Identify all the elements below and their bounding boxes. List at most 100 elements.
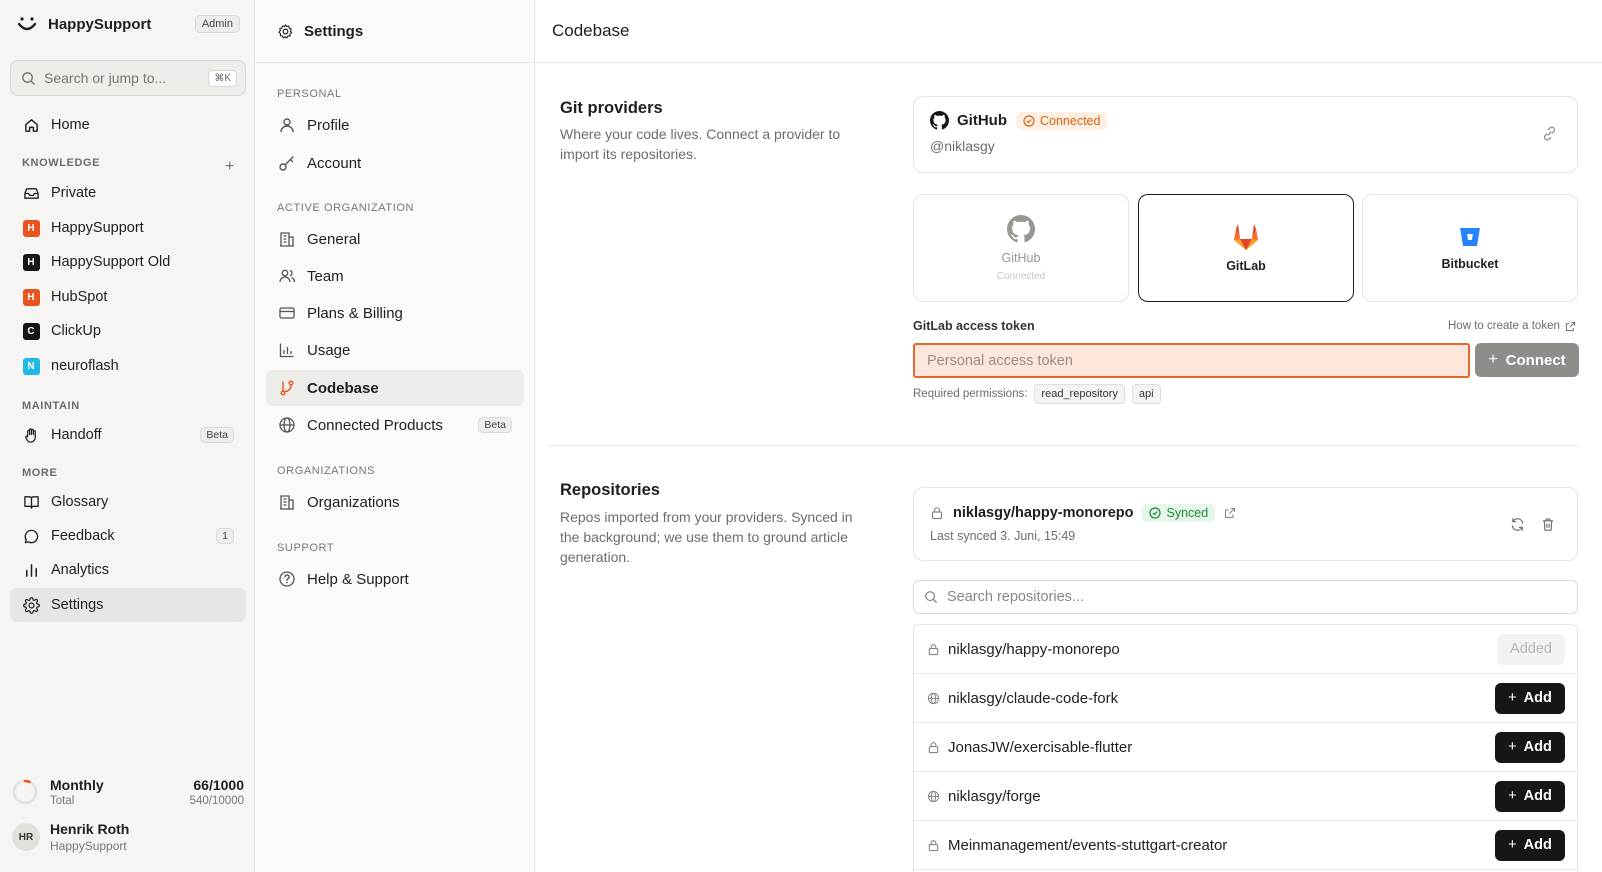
external-link-icon	[1565, 321, 1576, 331]
settings-item-team[interactable]: Team	[266, 258, 524, 294]
repo-name: niklasgy/claude-code-fork	[948, 689, 1119, 707]
hand-icon	[24, 427, 36, 443]
connect-button[interactable]: + Connect	[1475, 343, 1579, 377]
nav-analytics[interactable]: Analytics	[10, 553, 246, 587]
add-repo-label: Add	[1523, 739, 1552, 755]
nav-home-label: Home	[51, 117, 90, 133]
access-token-input[interactable]: Personal access token	[913, 343, 1470, 378]
settings-item-codebase[interactable]: Codebase	[266, 370, 524, 406]
nav-feedback-label: Feedback	[51, 528, 115, 544]
role-badge: Admin	[194, 15, 240, 33]
settings-item-label: Account	[307, 154, 362, 172]
provider-name: Bitbucket	[1441, 257, 1499, 271]
brand[interactable]: HappySupport Admin	[16, 12, 244, 36]
globe-icon	[279, 417, 295, 433]
settings-item-general[interactable]: General	[266, 221, 524, 257]
user-menu[interactable]: HR Henrik Roth HappySupport	[12, 812, 244, 862]
add-knowledge-base-button[interactable]: +	[225, 158, 234, 176]
beta-badge: Beta	[478, 417, 512, 433]
kb-private[interactable]: Private	[10, 176, 246, 210]
plus-icon: +	[1488, 351, 1498, 368]
provider-option-bitbucket[interactable]: Bitbucket	[1362, 194, 1578, 302]
repo-search-input[interactable]: Search repositories...	[913, 580, 1578, 614]
add-repo-label: Add	[1523, 788, 1552, 804]
synced-repo-card: niklasgy/happy-monorepo Synced Last sync…	[913, 487, 1578, 561]
nav-settings-label: Settings	[51, 597, 104, 613]
refresh-icon	[1511, 518, 1524, 531]
trash-icon	[1542, 518, 1554, 531]
git-providers-title: Git providers	[560, 99, 663, 117]
nav-settings[interactable]: Settings	[10, 588, 246, 622]
kb-happysupport-old[interactable]: H HappySupport Old	[10, 245, 246, 279]
connected-badge-label: Connected	[1040, 113, 1101, 128]
provider-option-github[interactable]: GitHub Connected	[913, 194, 1129, 302]
git-branch-icon	[280, 380, 294, 396]
required-permissions: Required permissions: read_repository ap…	[913, 384, 1161, 404]
open-repo-link[interactable]	[1224, 507, 1236, 519]
beta-badge: Beta	[200, 427, 234, 443]
token-label: GitLab access token	[913, 319, 1035, 333]
nav-feedback[interactable]: Feedback 1	[10, 519, 246, 553]
credit-card-icon	[279, 307, 295, 319]
connected-provider-card: GitHub Connected @niklasgy	[913, 96, 1578, 173]
settings-item-organizations[interactable]: Organizations	[266, 484, 524, 520]
bar-chart-icon	[279, 343, 294, 358]
settings-item-plans[interactable]: Plans & Billing	[266, 295, 524, 331]
settings-item-label: Usage	[307, 341, 351, 359]
usage-meter[interactable]: Monthly Total 66/1000 540/10000	[12, 770, 244, 814]
unlink-button[interactable]	[1542, 126, 1557, 141]
connected-handle: @niklasgy	[930, 138, 995, 154]
add-repo-button[interactable]: + Add	[1495, 829, 1565, 861]
help-circle-icon	[279, 571, 295, 587]
group-support: SUPPORT	[277, 542, 335, 554]
group-organizations: ORGANIZATIONS	[277, 465, 376, 477]
settings-item-label: Connected Products	[307, 416, 443, 434]
section-divider	[548, 445, 1579, 446]
resync-button[interactable]	[1510, 517, 1525, 532]
how-to-create-token-link[interactable]: How to create a token	[1448, 320, 1576, 332]
provider-option-gitlab[interactable]: GitLab	[1138, 194, 1354, 302]
settings-item-label: Help & Support	[307, 570, 409, 588]
kb-happysupport[interactable]: H HappySupport	[10, 211, 246, 245]
list-item: niklasgy/happy-monorepo Added	[914, 625, 1577, 674]
kb-hubspot-label: HubSpot	[51, 289, 108, 305]
group-personal: PERSONAL	[277, 88, 342, 100]
nav-handoff[interactable]: Handoff Beta	[10, 418, 246, 452]
settings-item-label: General	[307, 230, 361, 248]
settings-item-help[interactable]: Help & Support	[266, 561, 524, 597]
delete-repo-button[interactable]	[1541, 517, 1555, 532]
settings-item-account[interactable]: Account	[266, 145, 524, 181]
kb-clickup[interactable]: C ClickUp	[10, 314, 246, 348]
plus-icon: +	[1508, 837, 1517, 853]
settings-item-profile[interactable]: Profile	[266, 107, 524, 143]
git-providers-description: Where your code lives. Connect a provide…	[560, 126, 841, 162]
building-icon	[280, 232, 294, 247]
repo-name: Meinmanagement/events-stuttgart-creator	[948, 836, 1228, 854]
global-search[interactable]: Search or jump to... ⌘K	[10, 60, 246, 96]
kb-letter-icon: H	[22, 288, 40, 306]
repositories-title: Repositories	[560, 481, 660, 499]
happysupport-logo-icon	[17, 17, 37, 31]
permission-chip: read_repository	[1034, 384, 1125, 404]
add-repo-button[interactable]: + Add	[1495, 682, 1565, 714]
user-org: HappySupport	[50, 839, 127, 853]
gitlab-icon	[1234, 224, 1258, 250]
kb-neuroflash[interactable]: N neuroflash	[10, 349, 246, 383]
list-item: JonasJW/exercisable-flutter + Add	[914, 723, 1577, 772]
add-repo-button[interactable]: + Add	[1495, 731, 1565, 763]
connect-button-label: Connect	[1505, 351, 1566, 369]
how-to-link-label: How to create a token	[1448, 320, 1560, 332]
app-sidebar: HappySupport Admin Search or jump to... …	[0, 0, 255, 872]
settings-item-connected-products[interactable]: Connected Products Beta	[266, 407, 524, 443]
github-icon	[930, 111, 949, 130]
list-item: niklasgy/claude-code-fork + Add	[914, 674, 1577, 723]
nav-home[interactable]: Home	[10, 108, 246, 142]
avatar: HR	[12, 823, 40, 851]
settings-item-usage[interactable]: Usage	[266, 332, 524, 368]
kb-hubspot[interactable]: H HubSpot	[10, 280, 246, 314]
settings-title: Settings	[304, 22, 364, 40]
main-content: Codebase Git providers Where your code l…	[535, 0, 1602, 872]
nav-glossary[interactable]: Glossary	[10, 485, 246, 519]
add-repo-button[interactable]: + Add	[1495, 780, 1565, 812]
connected-provider-name: GitHub	[957, 112, 1007, 129]
